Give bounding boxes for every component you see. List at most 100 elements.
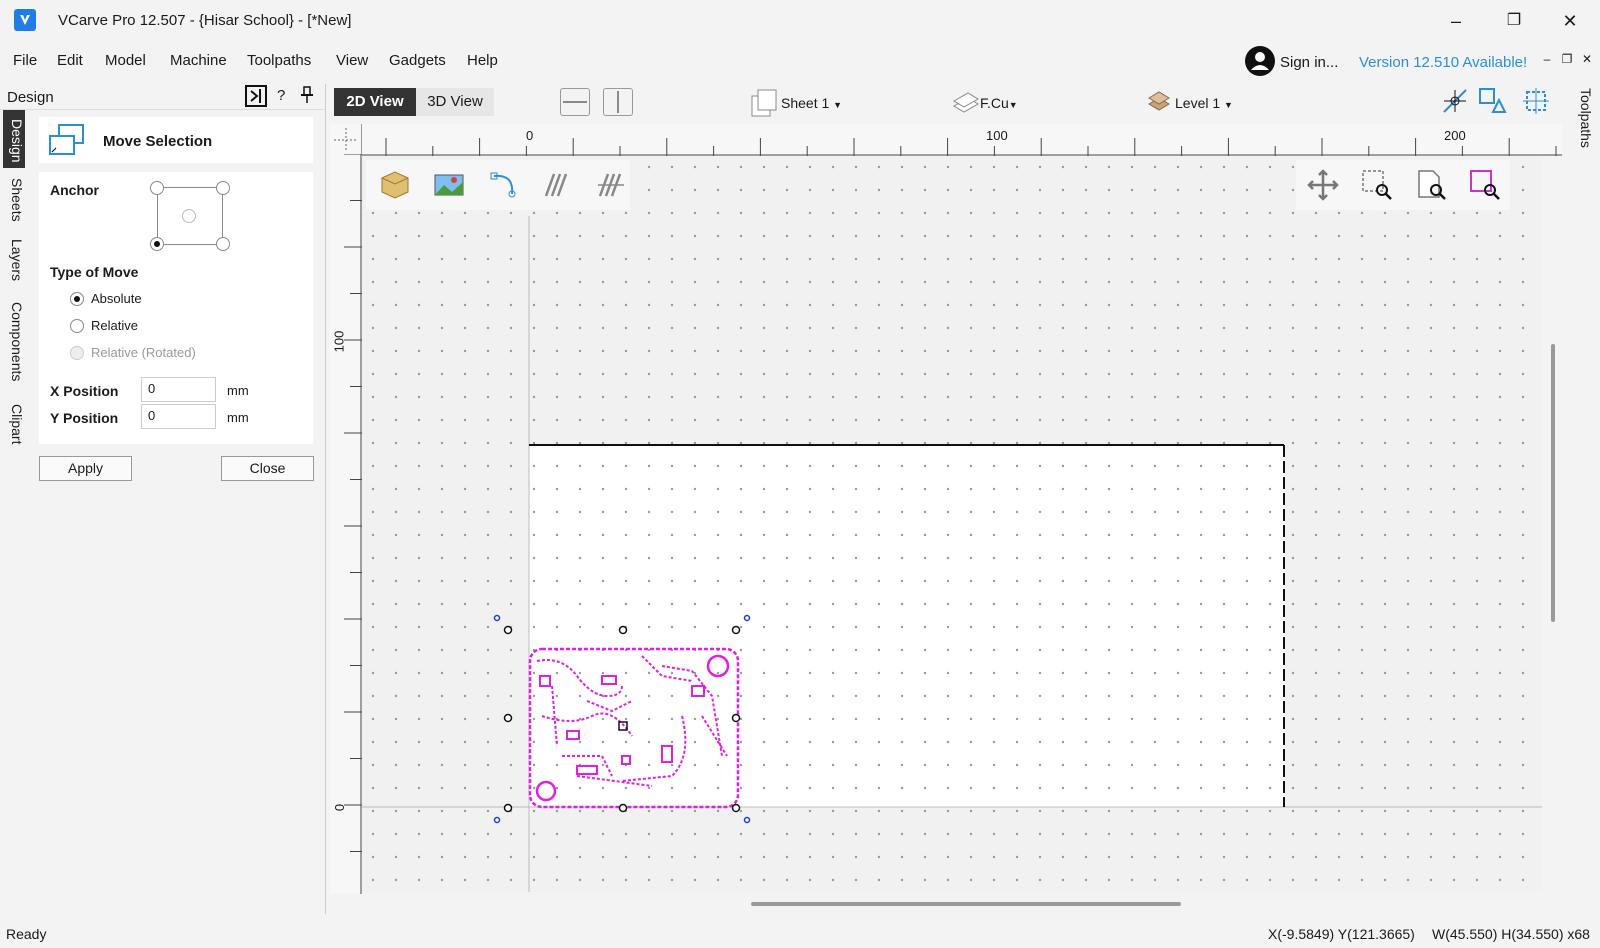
panel-header: Design ?	[0, 84, 326, 110]
selection-size: W(45.550) H(34.550) x68	[1432, 926, 1590, 942]
menu-help[interactable]: Help	[467, 52, 498, 69]
sheet-icon	[750, 88, 778, 121]
ruler-left: 100 0	[330, 153, 362, 894]
ruler-top: 0 100 200	[362, 124, 1562, 156]
horizontal-scrollbar[interactable]	[751, 902, 1181, 906]
move-options-card: Anchor Type of Move Absolute Relative Re…	[39, 172, 313, 444]
sign-in-link[interactable]: Sign in...	[1280, 54, 1338, 71]
minimize-button[interactable]: –	[1442, 8, 1470, 34]
x-position-input[interactable]: 0	[141, 377, 216, 402]
tool-title-card: Move Selection	[39, 117, 313, 163]
mdi-restore-button[interactable]: ❐	[1560, 52, 1574, 66]
snap-icon[interactable]	[1440, 86, 1470, 119]
level-dropdown[interactable]: Level 1 ▼	[1175, 95, 1233, 111]
radio-relative-rotated	[70, 346, 84, 360]
box-icon[interactable]	[378, 168, 412, 202]
vcarve-app-icon	[14, 9, 36, 31]
tab-3d-view[interactable]: 3D View	[416, 88, 494, 116]
menu-model[interactable]: Model	[105, 52, 146, 69]
ruler-top-label: 200	[1444, 128, 1466, 143]
x-position-label: X Position	[50, 383, 119, 399]
layer-dropdown-label: F.Cu	[980, 95, 1009, 111]
side-tabs: Design Sheets Layers Components Clipart	[0, 110, 25, 450]
help-icon[interactable]: ?	[277, 87, 285, 104]
chevron-down-icon: ▼	[1224, 100, 1233, 110]
anchor-top-left[interactable]	[150, 181, 164, 195]
y-unit-label: mm	[227, 410, 249, 425]
radio-relative-label: Relative	[91, 318, 138, 333]
toolpath-preview-icon[interactable]	[594, 168, 628, 202]
status-bar: Ready X(-9.5849) Y(121.3665) W(45.550) H…	[0, 918, 1600, 948]
layer-dropdown[interactable]: F.Cu▼	[980, 95, 1018, 111]
anchor-top-right[interactable]	[216, 181, 230, 195]
menu-gadgets[interactable]: Gadgets	[389, 52, 446, 69]
tab-clipart[interactable]: Clipart	[3, 398, 25, 450]
zoom-selection-icon[interactable]	[1468, 168, 1502, 202]
tab-layers[interactable]: Layers	[3, 234, 25, 286]
radio-relative[interactable]	[70, 319, 84, 333]
menu-file[interactable]: File	[13, 52, 37, 69]
y-position-label: Y Position	[50, 410, 119, 426]
ruler-left-label: 0	[332, 803, 348, 812]
drawing-canvas[interactable]	[362, 156, 1542, 892]
chevron-down-icon: ▼	[1008, 100, 1018, 110]
ruler-top-label: 100	[986, 128, 1008, 143]
move-selection-icon	[49, 124, 84, 155]
close-button[interactable]: Close	[221, 456, 314, 481]
tab-2d-view[interactable]: 2D View	[334, 88, 416, 116]
collapse-panel-icon[interactable]	[245, 85, 267, 107]
toolpath-icon[interactable]	[540, 168, 574, 202]
vertical-scrollbar[interactable]	[1551, 344, 1555, 622]
mdi-minimize-button[interactable]: –	[1540, 52, 1554, 66]
tab-sheets[interactable]: Sheets	[3, 174, 25, 226]
title-bar: VCarve Pro 12.507 - {Hisar School} - [*N…	[0, 0, 1600, 42]
user-avatar-icon[interactable]	[1245, 46, 1275, 76]
sheet-dropdown[interactable]: Sheet 1 ▼	[781, 95, 842, 111]
menu-machine[interactable]: Machine	[170, 52, 227, 69]
radio-absolute[interactable]	[70, 292, 84, 306]
canvas-svg	[362, 156, 1542, 892]
tab-design[interactable]: Design	[3, 110, 25, 168]
anchor-label: Anchor	[50, 182, 99, 198]
status-ready: Ready	[6, 926, 47, 942]
node-edit-icon[interactable]	[486, 168, 520, 202]
restore-button[interactable]: ❐	[1500, 8, 1528, 34]
grid-snap-icon[interactable]	[1521, 86, 1551, 119]
close-window-button[interactable]: ✕	[1556, 8, 1584, 34]
menu-toolpaths[interactable]: Toolpaths	[247, 52, 311, 69]
sheet-dropdown-label: Sheet 1	[781, 95, 830, 111]
chevron-down-icon: ▼	[833, 100, 843, 110]
tab-toolpaths[interactable]: Toolpaths	[1566, 88, 1594, 158]
level-dropdown-label: Level 1	[1175, 95, 1221, 111]
transform-icon[interactable]	[1477, 86, 1507, 119]
level-icon	[1146, 86, 1172, 119]
menu-edit[interactable]: Edit	[57, 52, 83, 69]
split-vertical-icon[interactable]	[603, 88, 633, 116]
split-horizontal-icon[interactable]	[560, 88, 590, 116]
zoom-toolbar	[1296, 160, 1510, 210]
pan-icon[interactable]	[1306, 168, 1340, 202]
anchor-bottom-left[interactable]	[150, 237, 164, 251]
ruler-origin-corner[interactable]	[330, 124, 362, 156]
y-position-input[interactable]: 0	[141, 404, 216, 429]
pin-icon[interactable]	[300, 86, 314, 107]
radio-relative-rotated-label: Relative (Rotated)	[91, 345, 196, 360]
apply-button[interactable]: Apply	[39, 456, 132, 481]
tool-title: Move Selection	[103, 133, 213, 150]
menu-view[interactable]: View	[336, 52, 368, 69]
radio-absolute-label: Absolute	[91, 291, 142, 306]
image-icon[interactable]	[432, 168, 466, 202]
anchor-center[interactable]	[182, 209, 196, 223]
zoom-page-icon[interactable]	[1414, 168, 1448, 202]
layer-icon	[950, 88, 980, 121]
mdi-close-button[interactable]: ✕	[1580, 52, 1594, 66]
x-unit-label: mm	[227, 383, 249, 398]
zoom-box-icon[interactable]	[1360, 168, 1394, 202]
tab-components[interactable]: Components	[3, 294, 25, 390]
version-available-link[interactable]: Version 12.510 Available!	[1359, 54, 1527, 71]
anchor-bottom-right[interactable]	[216, 237, 230, 251]
ruler-left-label: 100	[331, 330, 347, 353]
cursor-coordinates: X(-9.5849) Y(121.3665)	[1268, 926, 1415, 942]
window-title: VCarve Pro 12.507 - {Hisar School} - [*N…	[58, 12, 352, 29]
floating-toolbar	[366, 160, 630, 210]
